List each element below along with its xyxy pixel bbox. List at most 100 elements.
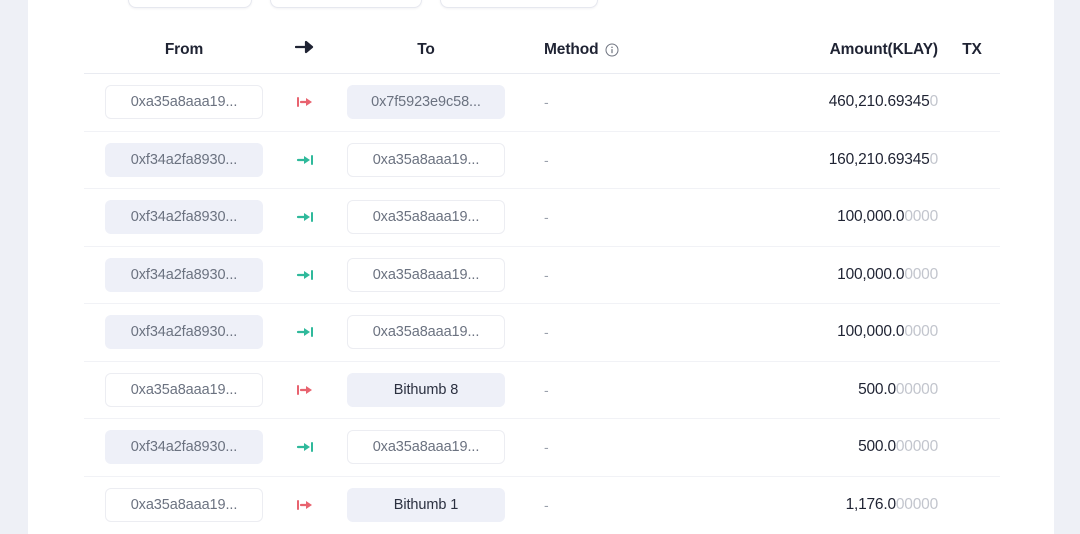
from-address-chip[interactable]: 0xa35a8aaa19... (105, 85, 263, 119)
transactions-table: From To Method (84, 26, 1000, 534)
method-value: - (544, 440, 549, 454)
method-value: - (544, 383, 549, 397)
amount-trailing-zeros: 00000 (896, 438, 938, 455)
column-header-from: From (84, 41, 284, 59)
to-address-chip[interactable]: 0xa35a8aaa19... (347, 315, 505, 349)
cell-from: 0xf34a2fa8930... (84, 200, 284, 234)
cell-to: 0xa35a8aaa19... (326, 430, 526, 464)
cell-from: 0xf34a2fa8930... (84, 430, 284, 464)
cell-amount: 160,210.693450 (716, 151, 944, 169)
table-row[interactable]: 0xf34a2fa8930... 0xa35a8aaa19... - 100,000.… (84, 189, 1000, 247)
cell-amount: 460,210.693450 (716, 93, 944, 111)
column-header-amount-label: Amount(KLAY) (830, 41, 938, 59)
arrow-in-icon (296, 440, 314, 454)
cell-to: 0xa35a8aaa19... (326, 143, 526, 177)
arrow-out-icon (296, 95, 314, 109)
amount-trailing-zeros: 0000 (904, 208, 938, 225)
arrow-out-icon (296, 498, 314, 512)
cell-method: - (526, 440, 716, 454)
table-row[interactable]: 0xa35a8aaa19... Bithumb 8 - 500.000000 (84, 362, 1000, 420)
method-value: - (544, 498, 549, 512)
cell-direction (284, 498, 326, 512)
column-header-direction (284, 39, 326, 60)
arrow-right-icon (295, 39, 315, 60)
amount-value: 160,210.693450 (829, 151, 938, 169)
cell-to: 0x7f5923e9c58... (326, 85, 526, 119)
from-address-chip[interactable]: 0xa35a8aaa19... (105, 488, 263, 522)
method-value: - (544, 210, 549, 224)
cell-amount: 1,176.000000 (716, 496, 944, 514)
table-row[interactable]: 0xf34a2fa8930... 0xa35a8aaa19... - 500.0000… (84, 419, 1000, 477)
table-row[interactable]: 0xf34a2fa8930... 0xa35a8aaa19... - 160,210.… (84, 132, 1000, 190)
method-value: - (544, 153, 549, 167)
column-header-amount: Amount(KLAY) (716, 41, 944, 59)
cell-direction (284, 268, 326, 282)
cell-direction (284, 325, 326, 339)
table-row[interactable]: 0xa35a8aaa19... 0x7f5923e9c58... - 460,210.… (84, 74, 1000, 132)
cell-amount: 500.000000 (716, 438, 944, 456)
arrow-in-icon (296, 268, 314, 282)
method-value: - (544, 95, 549, 109)
filter-pill-2[interactable] (270, 0, 422, 8)
amount-trailing-zeros: 00000 (896, 381, 938, 398)
cell-amount: 500.000000 (716, 381, 944, 399)
cell-direction (284, 440, 326, 454)
from-address-chip[interactable]: 0xf34a2fa8930... (105, 143, 263, 177)
method-value: - (544, 325, 549, 339)
to-address-chip[interactable]: 0xa35a8aaa19... (347, 258, 505, 292)
cell-from: 0xf34a2fa8930... (84, 258, 284, 292)
cell-method: - (526, 498, 716, 512)
amount-value: 460,210.693450 (829, 93, 938, 111)
from-address-chip[interactable]: 0xf34a2fa8930... (105, 315, 263, 349)
arrow-out-icon (296, 383, 314, 397)
amount-value: 100,000.00000 (837, 208, 938, 226)
from-address-chip[interactable]: 0xf34a2fa8930... (105, 258, 263, 292)
to-address-chip[interactable]: 0xa35a8aaa19... (347, 430, 505, 464)
amount-value: 100,000.00000 (837, 266, 938, 284)
cell-direction (284, 153, 326, 167)
page-gutter-left (0, 0, 28, 534)
cell-amount: 100,000.00000 (716, 323, 944, 341)
cell-to: Bithumb 8 (326, 373, 526, 407)
from-address-chip[interactable]: 0xa35a8aaa19... (105, 373, 263, 407)
column-header-to-label: To (417, 41, 435, 59)
table-header-row: From To Method (84, 26, 1000, 74)
table-row[interactable]: 0xf34a2fa8930... 0xa35a8aaa19... - 100,000.… (84, 304, 1000, 362)
to-address-chip[interactable]: 0x7f5923e9c58... (347, 85, 505, 119)
filter-bar (28, 0, 1054, 8)
cell-from: 0xa35a8aaa19... (84, 488, 284, 522)
to-address-chip[interactable]: 0xa35a8aaa19... (347, 143, 505, 177)
cell-method: - (526, 383, 716, 397)
table-row[interactable]: 0xf34a2fa8930... 0xa35a8aaa19... - 100,000.… (84, 247, 1000, 305)
method-value: - (544, 268, 549, 282)
amount-value: 100,000.00000 (837, 323, 938, 341)
cell-method: - (526, 268, 716, 282)
cell-method: - (526, 95, 716, 109)
cell-amount: 100,000.00000 (716, 266, 944, 284)
to-address-chip[interactable]: 0xa35a8aaa19... (347, 200, 505, 234)
to-address-chip[interactable]: Bithumb 1 (347, 488, 505, 522)
to-address-chip[interactable]: Bithumb 8 (347, 373, 505, 407)
from-address-chip[interactable]: 0xf34a2fa8930... (105, 430, 263, 464)
cell-direction (284, 95, 326, 109)
cell-to: 0xa35a8aaa19... (326, 315, 526, 349)
table-row[interactable]: 0xa35a8aaa19... Bithumb 1 - 1,176.000000 (84, 477, 1000, 534)
table-body: 0xa35a8aaa19... 0x7f5923e9c58... - 460,210.… (84, 74, 1000, 534)
cell-to: 0xa35a8aaa19... (326, 200, 526, 234)
filter-pill-3[interactable] (440, 0, 598, 8)
arrow-in-icon (296, 210, 314, 224)
from-address-chip[interactable]: 0xf34a2fa8930... (105, 200, 263, 234)
page-gutter-right (1054, 0, 1080, 534)
filter-pill-1[interactable] (128, 0, 252, 8)
amount-value: 1,176.000000 (846, 496, 938, 514)
cell-direction (284, 210, 326, 224)
amount-value: 500.000000 (858, 381, 938, 399)
amount-trailing-zeros: 00000 (896, 496, 938, 513)
cell-to: Bithumb 1 (326, 488, 526, 522)
column-header-tx: TX (944, 41, 1000, 59)
arrow-in-icon (296, 325, 314, 339)
content-card: From To Method (28, 0, 1054, 534)
cell-to: 0xa35a8aaa19... (326, 258, 526, 292)
info-circle-icon[interactable] (605, 43, 619, 57)
arrow-in-icon (296, 153, 314, 167)
